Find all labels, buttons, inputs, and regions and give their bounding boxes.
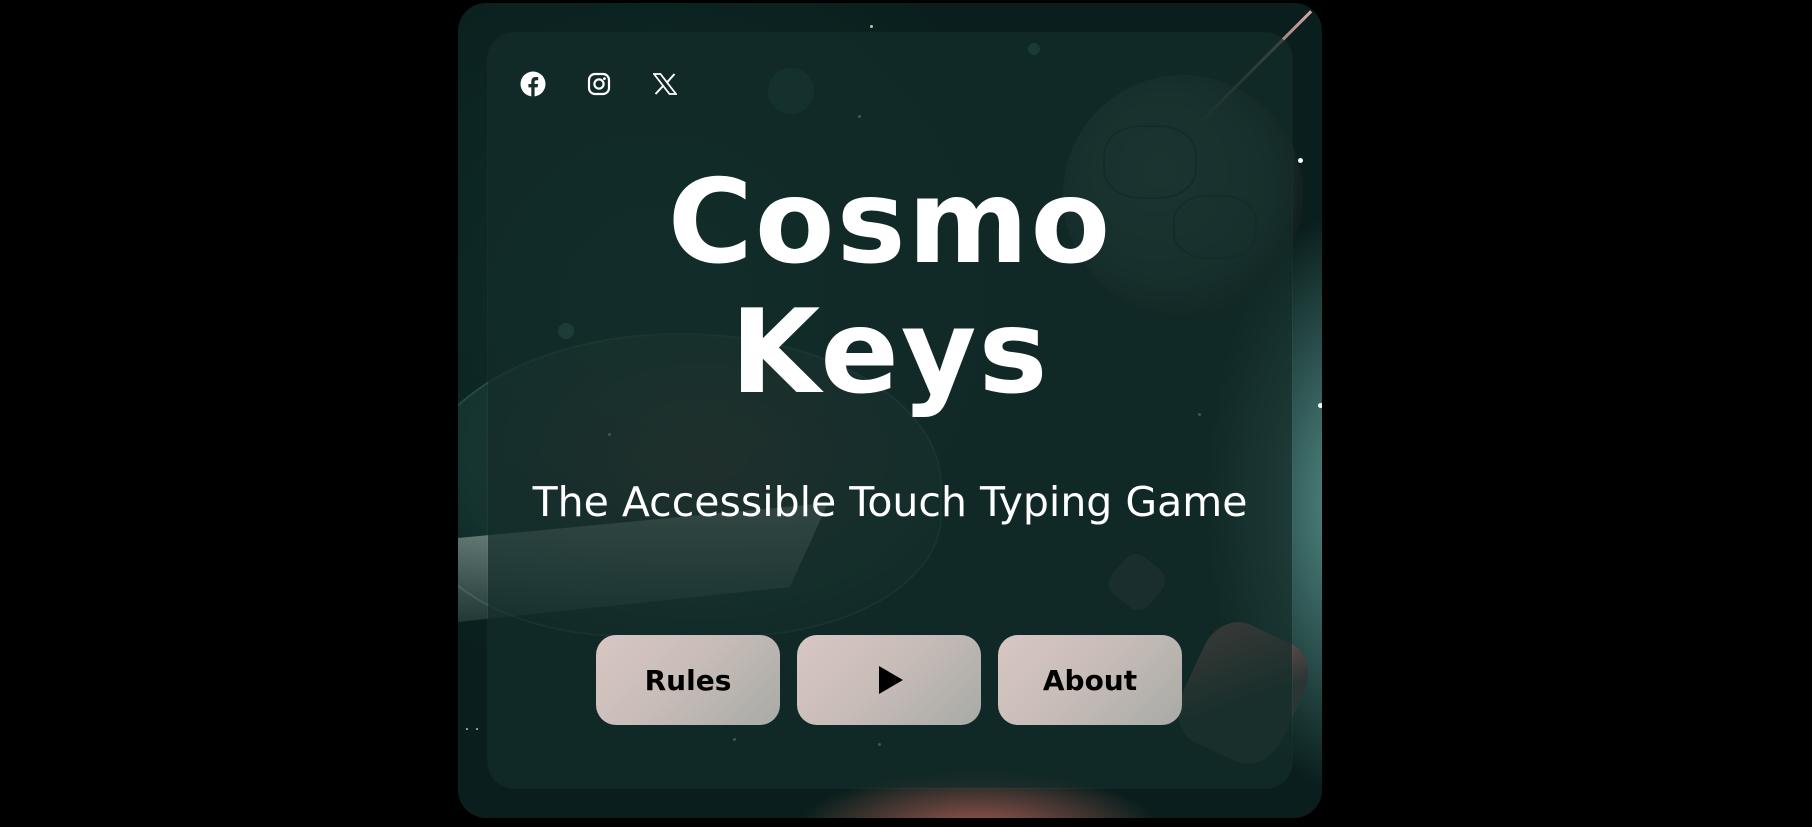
play-icon: [879, 666, 903, 694]
main-menu: Rules About: [596, 635, 1182, 725]
game-title-line-2: Keys: [730, 285, 1050, 420]
play-button[interactable]: [797, 635, 981, 725]
about-button[interactable]: About: [998, 635, 1182, 725]
background-star: [870, 25, 873, 28]
x-logo-icon: [653, 73, 677, 95]
title-panel: Cosmo Keys The Accessible Touch Typing G…: [488, 33, 1292, 788]
background-star: [1318, 403, 1322, 408]
background-star: [1298, 158, 1303, 163]
game-title-line-1: Cosmo: [667, 155, 1113, 290]
game-title: Cosmo Keys: [488, 158, 1292, 418]
game-frame: Cosmo Keys The Accessible Touch Typing G…: [458, 3, 1322, 818]
background-star: [466, 728, 468, 730]
instagram-link[interactable]: [586, 71, 612, 97]
rules-button[interactable]: Rules: [596, 635, 780, 725]
game-subtitle: The Accessible Touch Typing Game: [532, 478, 1248, 526]
background-star: [476, 728, 478, 730]
x-link[interactable]: [652, 71, 678, 97]
instagram-icon: [587, 72, 611, 96]
social-links: [520, 71, 678, 97]
facebook-link[interactable]: [520, 71, 546, 97]
facebook-icon: [520, 71, 546, 97]
